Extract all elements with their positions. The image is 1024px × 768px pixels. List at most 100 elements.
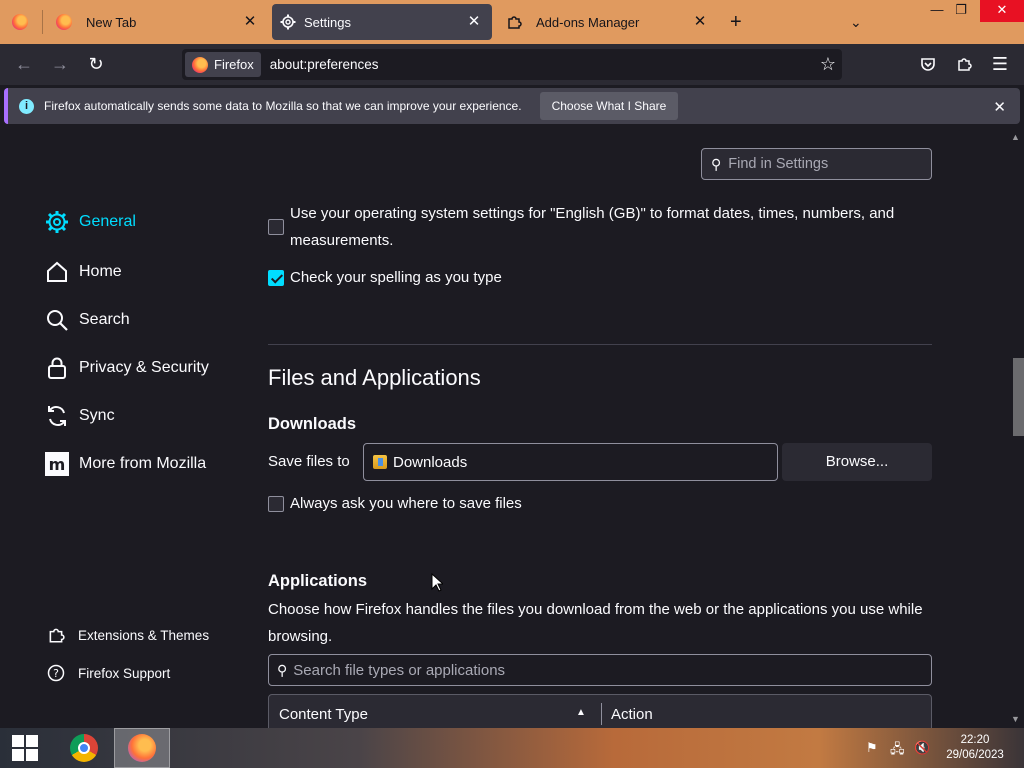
flag-icon[interactable]: ⚑ (866, 740, 878, 756)
extensions-button[interactable] (952, 52, 976, 76)
applications-description: Choose how Firefox handles the files you… (268, 596, 932, 650)
sidebar-item-label: More from Mozilla (79, 455, 207, 472)
tab-title: Add-ons Manager (536, 14, 640, 30)
forward-button[interactable]: → (48, 52, 72, 76)
url-text[interactable]: about:preferences (270, 57, 379, 72)
tab-new-tab[interactable]: New Tab ✕ (46, 4, 268, 40)
puzzle-icon (958, 58, 972, 71)
mozilla-icon: m (45, 452, 69, 476)
file-type-search-input[interactable]: ⚲ Search file types or applications (268, 654, 932, 686)
info-icon: i (19, 98, 34, 114)
help-icon: ? (47, 664, 65, 682)
gear-icon (45, 210, 69, 234)
scroll-down-icon[interactable]: ▼ (1011, 714, 1020, 724)
clock-time: 22:20 (960, 734, 990, 746)
download-folder-value: Downloads (393, 453, 468, 471)
app-menu-button[interactable]: ☰ (988, 52, 1012, 76)
firefox-icon (128, 734, 156, 762)
bookmark-star-icon[interactable]: ☆ (820, 54, 836, 75)
tab-addons-manager[interactable]: Add-ons Manager ✕ (496, 4, 718, 40)
file-type-search-placeholder: Search file types or applications (293, 661, 506, 679)
url-bar[interactable]: Firefox about:preferences ☆ (182, 49, 842, 80)
start-button[interactable] (0, 728, 50, 768)
sidebar-extensions-themes-link[interactable]: Extensions & Themes (47, 626, 209, 644)
windows-icon (12, 735, 38, 761)
close-icon[interactable]: ✕ (692, 14, 708, 30)
back-arrow-icon: ← (15, 54, 33, 74)
sidebar-item-sync[interactable]: Sync (45, 404, 115, 428)
reload-button[interactable]: ↻ (84, 52, 108, 76)
spellcheck-checkbox[interactable] (268, 269, 284, 286)
sidebar-item-label: Home (79, 263, 122, 280)
always-ask-checkbox[interactable] (268, 495, 284, 512)
column-separator (601, 703, 602, 725)
tab-settings[interactable]: Settings ✕ (272, 4, 492, 40)
system-clock[interactable]: 22:20 29/06/2023 (940, 733, 1010, 763)
list-all-tabs-button[interactable]: ⌄ (850, 4, 866, 40)
sidebar-item-home[interactable]: Home (45, 260, 122, 284)
window-close-button[interactable]: ✕ (980, 0, 1024, 22)
action-column-header[interactable]: Action (611, 706, 653, 723)
sidebar-item-general[interactable]: General (45, 210, 136, 234)
lock-icon (45, 356, 69, 380)
network-icon[interactable]: 🖧 (890, 740, 905, 762)
search-icon: ⚲ (711, 155, 722, 172)
clock-date: 29/06/2023 (946, 749, 1004, 761)
find-in-settings-input[interactable]: ⚲ Find in Settings (701, 148, 932, 180)
files-applications-heading: Files and Applications (268, 365, 481, 390)
scrollbar-thumb[interactable] (1013, 358, 1024, 436)
spellcheck-row[interactable]: Check your spelling as you type (268, 269, 502, 286)
applications-description-line: browsing. (268, 628, 333, 645)
scroll-up-icon[interactable]: ▲ (1011, 132, 1020, 142)
sidebar-link-label: Extensions & Themes (78, 627, 210, 643)
content-type-column-header[interactable]: Content Type (279, 706, 368, 723)
search-icon (45, 308, 69, 332)
sidebar-link-label: Firefox Support (78, 665, 171, 681)
close-icon[interactable]: ✕ (993, 98, 1006, 116)
section-divider (268, 344, 932, 345)
sidebar-item-label: Privacy & Security (79, 359, 209, 376)
puzzle-icon (506, 14, 522, 30)
plus-icon: + (730, 10, 742, 33)
browse-button[interactable]: Browse... (782, 443, 932, 481)
settings-content: ⚲ Find in Settings General Home Search P… (0, 128, 1024, 728)
page-scrollbar[interactable]: ▲ ▼ (1007, 128, 1024, 728)
close-icon[interactable]: ✕ (466, 14, 482, 30)
taskbar-firefox[interactable] (114, 728, 170, 768)
svg-text:?: ? (53, 667, 59, 680)
reload-icon: ↻ (88, 54, 104, 74)
close-icon[interactable]: ✕ (242, 14, 258, 30)
mouse-cursor-icon (431, 573, 443, 592)
sidebar-item-search[interactable]: Search (45, 308, 130, 332)
tab-separator (42, 10, 43, 34)
sidebar-firefox-support-link[interactable]: ? Firefox Support (47, 664, 170, 682)
identity-box[interactable]: Firefox (185, 52, 261, 77)
svg-text:m: m (49, 455, 66, 474)
sidebar-item-label: Search (79, 311, 130, 328)
chrome-icon (70, 734, 98, 762)
download-folder-field[interactable]: Downloads (363, 443, 778, 481)
search-icon: ⚲ (277, 661, 288, 678)
sidebar-item-privacy[interactable]: Privacy & Security (45, 356, 209, 380)
firefox-view-button[interactable] (12, 12, 28, 32)
choose-what-i-share-button[interactable]: Choose What I Share (539, 92, 679, 120)
applications-description-line: Choose how Firefox handles the files you… (268, 601, 923, 618)
os-format-checkbox[interactable] (268, 219, 284, 235)
navigation-toolbar: ← → ↻ Firefox about:preferences ☆ ☰ (0, 44, 1024, 85)
search-placeholder: Find in Settings (728, 156, 829, 172)
sidebar-item-label: Sync (79, 407, 115, 424)
folder-icon (373, 455, 387, 469)
sidebar-item-label: General (79, 213, 136, 230)
taskbar-chrome[interactable] (56, 728, 112, 768)
always-ask-row[interactable]: Always ask you where to save files (268, 495, 522, 512)
home-icon (45, 260, 69, 284)
firefox-icon (192, 56, 208, 73)
restore-button[interactable]: ❐ (946, 0, 976, 22)
firefox-icon (56, 14, 72, 30)
tab-title: Settings (304, 14, 351, 30)
pocket-button[interactable] (916, 52, 940, 76)
new-tab-button[interactable]: + (730, 4, 750, 40)
sidebar-item-more-from-mozilla[interactable]: m More from Mozilla (45, 452, 206, 476)
volume-muted-icon[interactable]: 🔇 (914, 740, 930, 756)
back-button[interactable]: ← (12, 52, 36, 76)
